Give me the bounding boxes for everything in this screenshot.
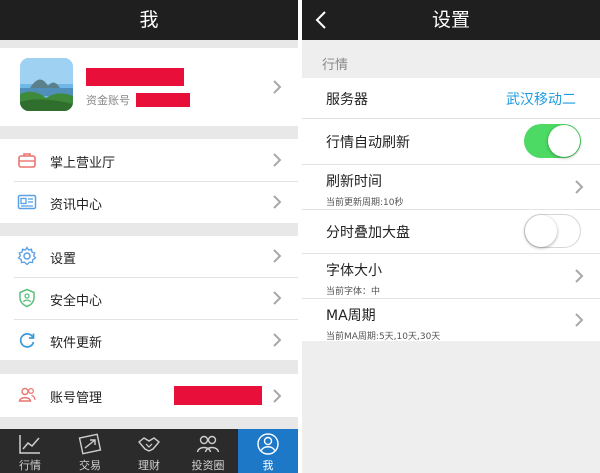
server-value: 武汉移动二 — [506, 92, 576, 108]
tab-label: 我 — [262, 459, 274, 472]
shield-icon — [17, 288, 37, 308]
setting-sublabel: 当前字体：中 — [326, 287, 381, 297]
setting-refresh-time[interactable]: 刷新时间 当前更新周期:10秒 — [302, 165, 600, 209]
setting-sublabel: 当前更新周期:10秒 — [326, 198, 404, 208]
chevron-right-icon — [272, 195, 282, 209]
tab-market[interactable]: 行情 — [0, 429, 60, 473]
setting-label: 服务器 — [326, 92, 368, 108]
tab-label: 理财 — [138, 459, 160, 472]
tab-label: 行情 — [19, 459, 41, 472]
setting-label: 刷新时间 — [326, 174, 382, 190]
gear-icon — [17, 246, 37, 266]
menu-item-label: 掌上营业厅 — [50, 156, 116, 171]
news-card-icon — [17, 192, 37, 212]
menu-item-news-center[interactable]: 资讯中心 — [0, 182, 298, 223]
tab-trade[interactable]: 交易 — [60, 429, 120, 473]
menu-item-account-management[interactable]: 账号管理 — [0, 374, 298, 417]
chevron-right-icon — [574, 180, 584, 194]
trade-arrows-icon — [78, 433, 102, 455]
handshake-icon — [137, 433, 161, 455]
account-label: 资金账号 — [86, 94, 130, 107]
menu-item-software-update[interactable]: 软件更新 — [0, 320, 298, 360]
page-title: 设置 — [431, 9, 470, 31]
chevron-right-icon — [272, 389, 282, 403]
page-title: 我 — [139, 9, 159, 31]
redacted-username — [86, 68, 184, 86]
setting-server[interactable]: 服务器 武汉移动二 — [302, 78, 600, 118]
chevron-right-icon — [574, 269, 584, 283]
menu-item-label: 软件更新 — [50, 336, 103, 351]
chevron-right-icon — [272, 80, 282, 94]
users-icon — [17, 385, 37, 405]
intraday-overlay-toggle[interactable] — [524, 214, 581, 248]
menu-group-system: 设置 安全中心 软件更新 — [0, 236, 298, 360]
setting-auto-refresh: 行情自动刷新 — [302, 119, 600, 164]
setting-font-size[interactable]: 字体大小 当前字体：中 — [302, 254, 600, 298]
bottom-tab-bar: 行情 交易 理财 投资圈 我 — [0, 429, 298, 473]
toggle-knob — [525, 215, 557, 247]
profile-card[interactable]: 资金账号 — [0, 48, 298, 126]
redacted-account-number — [136, 93, 190, 107]
chart-line-icon — [18, 433, 42, 455]
chevron-right-icon — [272, 291, 282, 305]
setting-label: 分时叠加大盘 — [326, 225, 410, 241]
setting-intraday-overlay: 分时叠加大盘 — [302, 210, 600, 253]
section-header: 行情 — [322, 58, 349, 73]
setting-sublabel: 当前MA周期:5天,10天,30天 — [326, 332, 441, 342]
menu-item-settings[interactable]: 设置 — [0, 236, 298, 277]
chevron-right-icon — [272, 249, 282, 263]
refresh-icon — [17, 330, 37, 350]
group-icon — [196, 433, 220, 455]
setting-label: 字体大小 — [326, 263, 382, 279]
tab-label: 投资圈 — [191, 459, 225, 472]
avatar — [20, 58, 73, 111]
setting-label: 行情自动刷新 — [326, 135, 410, 151]
redacted-account-info — [174, 386, 262, 405]
setting-label: MA周期 — [326, 308, 376, 324]
top-bar: 设置 — [302, 0, 600, 40]
briefcase-icon — [17, 150, 37, 170]
menu-item-label: 安全中心 — [50, 294, 103, 309]
menu-item-label: 账号管理 — [50, 391, 103, 406]
tab-label: 交易 — [79, 459, 101, 472]
tab-wealth[interactable]: 理财 — [119, 429, 179, 473]
tab-me[interactable]: 我 — [238, 429, 298, 473]
menu-group-service: 掌上营业厅 资讯中心 — [0, 139, 298, 223]
setting-ma-period[interactable]: MA周期 当前MA周期:5天,10天,30天 — [302, 299, 600, 342]
top-bar: 我 — [0, 0, 298, 40]
profile-screen: 我 资金账号 掌上营业厅 资讯中心 设置 安全中心 软件更新 账号管理 行情 交… — [0, 0, 298, 473]
menu-item-label: 资讯中心 — [50, 198, 103, 213]
settings-screen: 设置 行情 服务器 武汉移动二 行情自动刷新 刷新时间 当前更新周期:10秒 分… — [302, 0, 600, 473]
menu-item-label: 设置 — [50, 252, 77, 267]
tab-investment-circle[interactable]: 投资圈 — [178, 429, 238, 473]
menu-item-mobile-hall[interactable]: 掌上营业厅 — [0, 139, 298, 181]
chevron-right-icon — [272, 333, 282, 347]
person-icon — [256, 433, 280, 455]
chevron-right-icon — [574, 313, 584, 327]
auto-refresh-toggle[interactable] — [524, 124, 581, 158]
menu-item-security-center[interactable]: 安全中心 — [0, 278, 298, 319]
chevron-right-icon — [272, 153, 282, 167]
toggle-knob — [548, 125, 580, 157]
settings-list: 服务器 武汉移动二 行情自动刷新 刷新时间 当前更新周期:10秒 分时叠加大盘 — [302, 78, 600, 342]
